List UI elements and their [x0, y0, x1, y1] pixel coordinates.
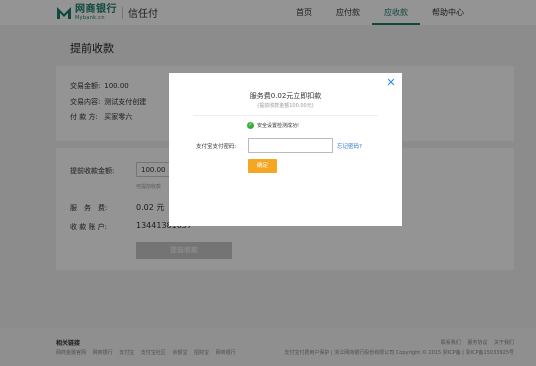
password-input[interactable] — [248, 138, 333, 153]
security-check-text: 安全设置检测成功! — [257, 123, 300, 129]
security-check-status: ✓ 安全设置检测成功! — [247, 122, 299, 129]
dialog-title: 服务费0.02元立即扣款 — [249, 92, 322, 100]
password-label: 支付宝支付密码: — [196, 144, 237, 150]
check-icon: ✓ — [247, 122, 254, 129]
dialog-divider — [193, 115, 378, 116]
payment-confirm-dialog: ✕ 服务费0.02元立即扣款 (提前收款金额100.00元) ✓ 安全设置检测成… — [169, 73, 402, 226]
forgot-password-link[interactable]: 忘记密码? — [337, 142, 362, 150]
dialog-subtitle: (提前收款金额100.00元) — [257, 103, 314, 109]
confirm-button[interactable]: 确定 — [248, 159, 277, 173]
close-icon[interactable]: ✕ — [385, 77, 397, 89]
